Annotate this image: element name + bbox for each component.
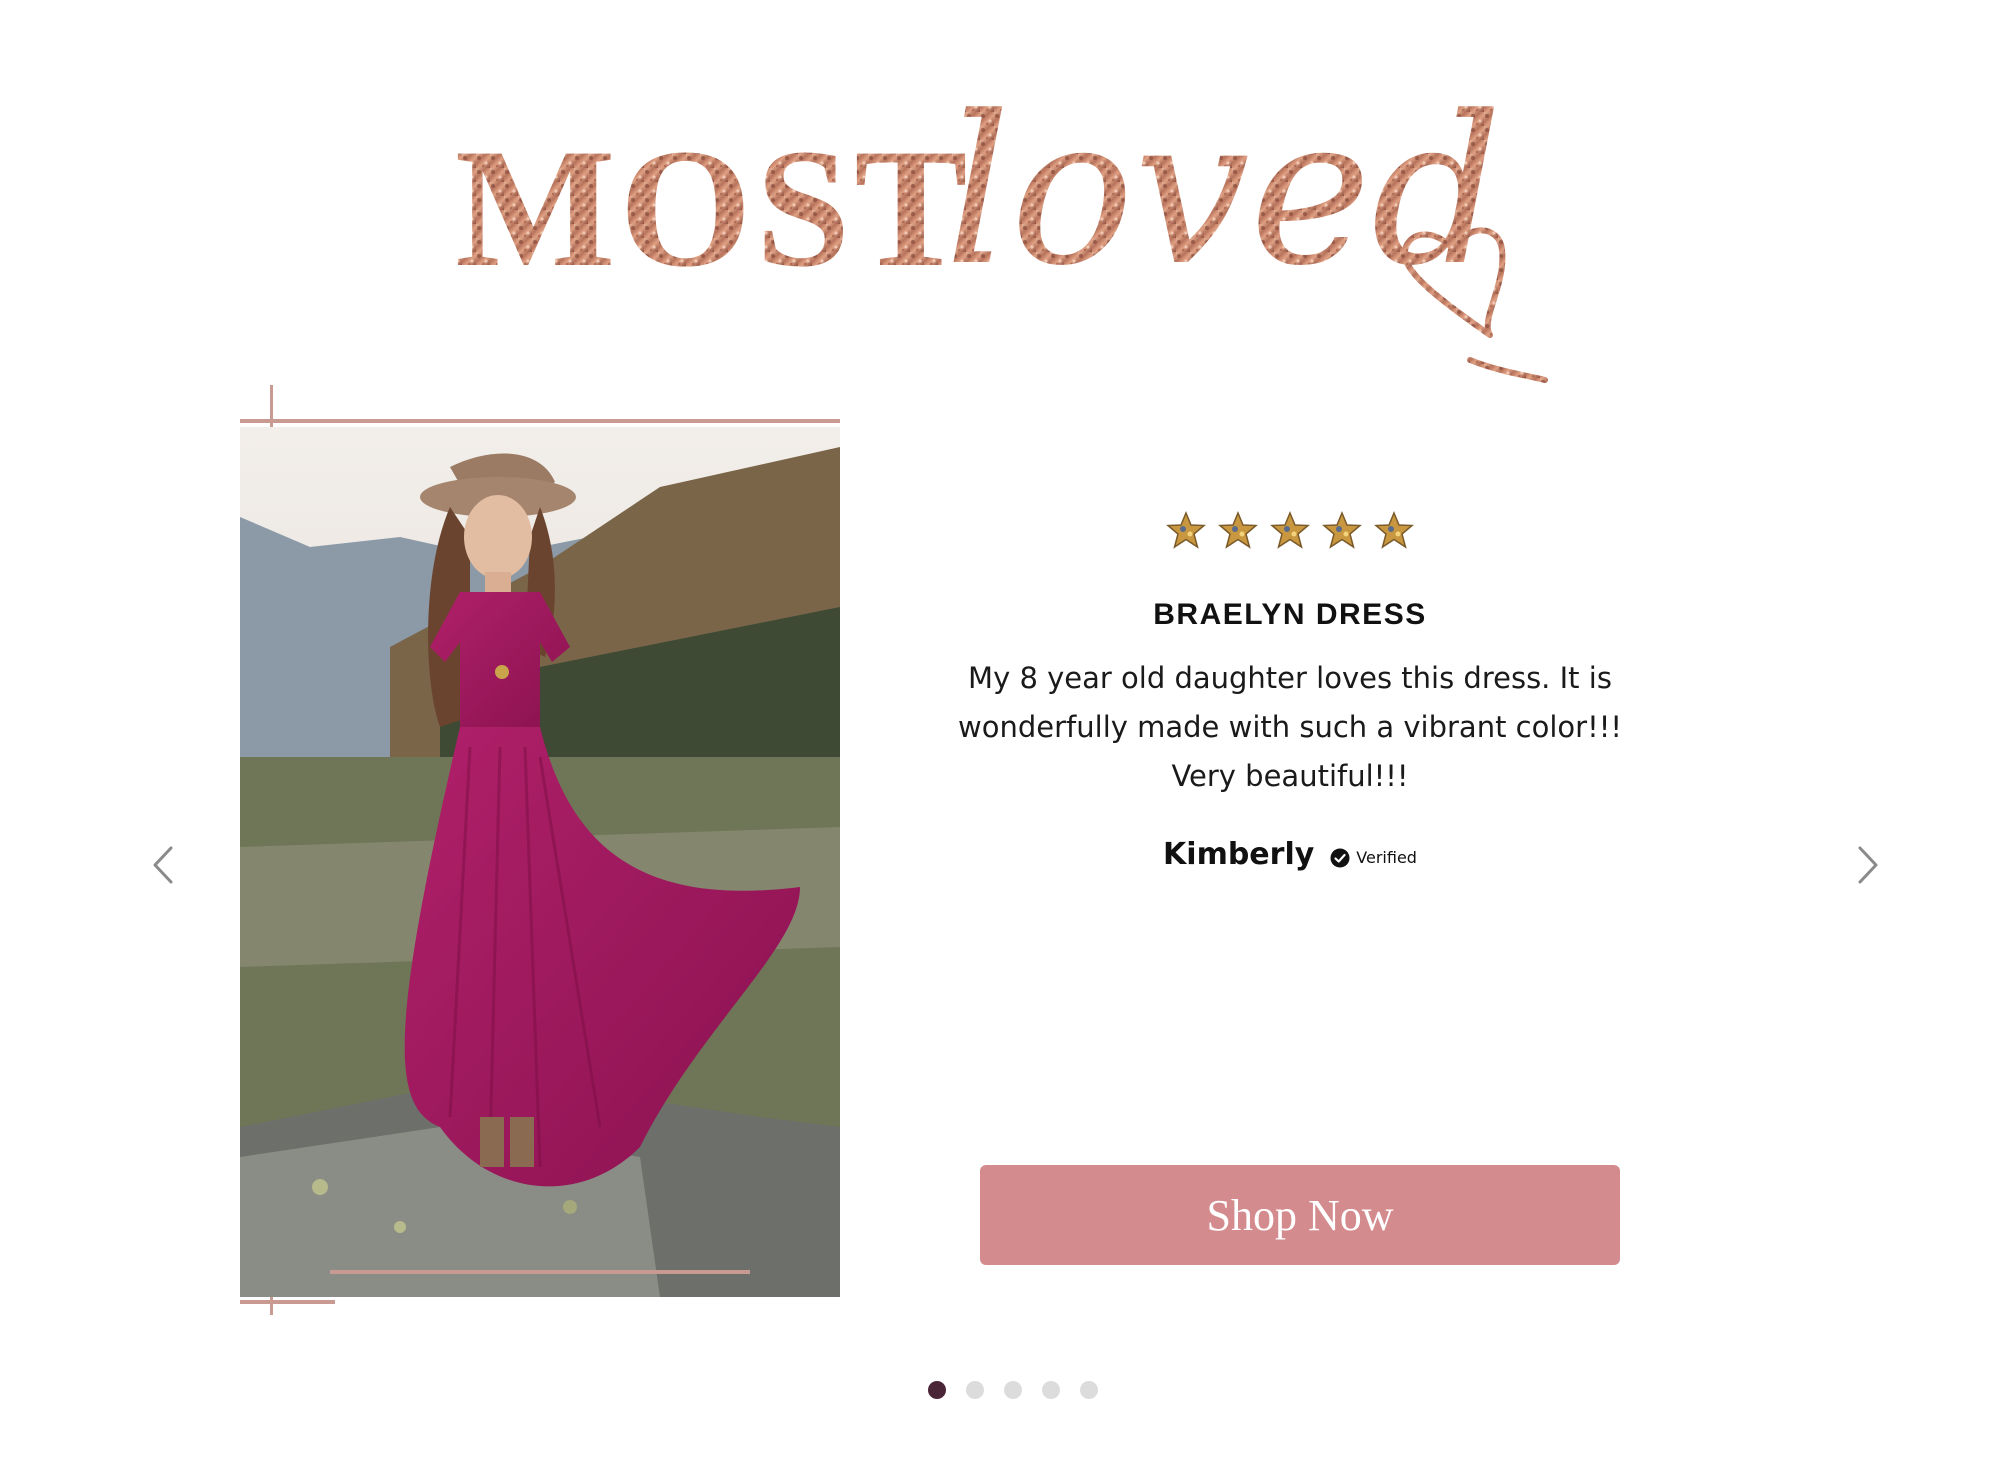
star-icon bbox=[1218, 511, 1258, 549]
carousel-dot[interactable] bbox=[1004, 1381, 1022, 1399]
product-photo[interactable] bbox=[240, 427, 840, 1297]
heading-most: MOST bbox=[455, 114, 972, 302]
rating-stars bbox=[930, 510, 1650, 558]
carousel-dot[interactable] bbox=[966, 1381, 984, 1399]
carousel-dot[interactable] bbox=[1080, 1381, 1098, 1399]
verified-label: Verified bbox=[1356, 848, 1417, 867]
shop-now-button[interactable]: Shop Now bbox=[980, 1165, 1620, 1265]
carousel-dot[interactable] bbox=[928, 1381, 946, 1399]
star-icon bbox=[1166, 511, 1206, 549]
star-icon bbox=[1322, 511, 1362, 549]
prev-slide-button[interactable] bbox=[143, 840, 183, 890]
review-panel: BRAELYN DRESS My 8 year old daughter lov… bbox=[930, 510, 1650, 872]
carousel-dots bbox=[928, 1381, 1098, 1399]
chevron-left-icon bbox=[153, 846, 173, 884]
next-slide-button[interactable] bbox=[1848, 840, 1888, 890]
section-heading: MOST loved bbox=[0, 0, 2000, 400]
chevron-right-icon bbox=[1858, 846, 1878, 884]
frame-line-bottom bbox=[240, 1300, 335, 1304]
product-name[interactable]: BRAELYN DRESS bbox=[930, 598, 1650, 632]
verified-badge: Verified bbox=[1330, 848, 1417, 868]
reviewer-row: Kimberly Verified bbox=[930, 837, 1650, 872]
frame-line-bottom-inner bbox=[330, 1270, 750, 1274]
star-icon bbox=[1270, 511, 1310, 549]
product-photo-frame bbox=[240, 385, 840, 1315]
frame-line-top bbox=[240, 419, 840, 423]
reviewer-name: Kimberly bbox=[1163, 837, 1315, 872]
heading-graphic: MOST loved bbox=[455, 73, 1548, 383]
check-circle-icon bbox=[1330, 848, 1350, 867]
star-icon bbox=[1374, 511, 1414, 549]
review-text: My 8 year old daughter loves this dress.… bbox=[958, 661, 1622, 793]
carousel-dot[interactable] bbox=[1042, 1381, 1060, 1399]
